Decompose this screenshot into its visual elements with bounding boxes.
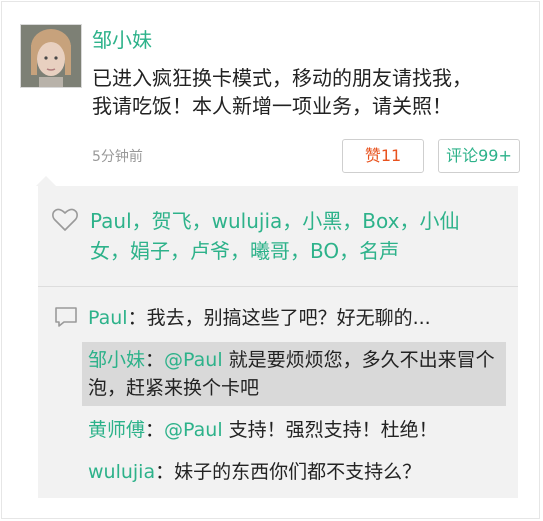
comment-text: 妹子的东西你们都不支持么？ <box>174 461 422 483</box>
comment-mention[interactable]: @Paul <box>164 419 223 441</box>
comment-colon: ： <box>145 419 165 441</box>
post-text-line: 已进入疯狂换卡模式，移动的朋友请找我， <box>92 66 472 90</box>
comment-mention[interactable]: @Paul <box>164 349 223 371</box>
panel-divider <box>38 286 518 287</box>
comment-text: 支持！强烈支持！杜绝！ <box>222 419 438 441</box>
avatar[interactable] <box>20 24 82 88</box>
comment-list: Paul：我去，别搞这些了吧？好无聊的... 邹小妹：@Paul 就是要烦烦您，… <box>82 300 506 496</box>
comment-item[interactable]: wulujia：妹子的东西你们都不支持么？ <box>82 454 506 490</box>
comment-user[interactable]: Paul <box>88 307 128 329</box>
post-text: 已进入疯狂换卡模式，移动的朋友请找我， 我请吃饭！本人新增一项业务，请关照！ <box>92 64 522 120</box>
comment-button-label: 评论99+ <box>446 146 512 165</box>
likes-line: Paul，贺飞，wulujia，小黑，Box，小仙 <box>90 209 460 233</box>
likes-line: 女，娟子，卢爷，曦哥，BO，名声 <box>90 239 400 263</box>
comment-button[interactable]: 评论99+ <box>438 139 520 173</box>
comment-item[interactable]: Paul：我去，别搞这些了吧？好无聊的... <box>82 300 506 336</box>
comment-item[interactable]: 黄师傅：@Paul 支持！强烈支持！杜绝！ <box>82 412 506 448</box>
comment-colon: ： <box>127 307 147 329</box>
comment-user[interactable]: 邹小妹 <box>88 349 145 371</box>
comment-text: 我去，别搞这些了吧？好无聊的... <box>146 307 431 329</box>
comment-icon <box>55 307 77 327</box>
comment-colon: ： <box>145 349 165 371</box>
likes-list[interactable]: Paul，贺飞，wulujia，小黑，Box，小仙 女，娟子，卢爷，曦哥，BO，… <box>52 206 472 266</box>
avatar-image <box>21 25 81 87</box>
comment-item[interactable]: 邹小妹：@Paul 就是要烦烦您，多久不出来冒个泡，赶紧来换个卡吧 <box>82 342 506 406</box>
post-time: 5分钟前 <box>92 149 143 165</box>
comment-user[interactable]: wulujia <box>88 461 155 483</box>
panel-caret <box>36 176 56 186</box>
like-button[interactable]: 赞11 <box>342 139 424 173</box>
comment-colon: ： <box>155 461 175 483</box>
post-text-line: 我请吃饭！本人新增一项业务，请关照！ <box>92 94 452 118</box>
comment-user[interactable]: 黄师傅 <box>88 419 145 441</box>
like-button-label: 赞11 <box>364 146 402 165</box>
post-author[interactable]: 邹小妹 <box>92 27 152 53</box>
